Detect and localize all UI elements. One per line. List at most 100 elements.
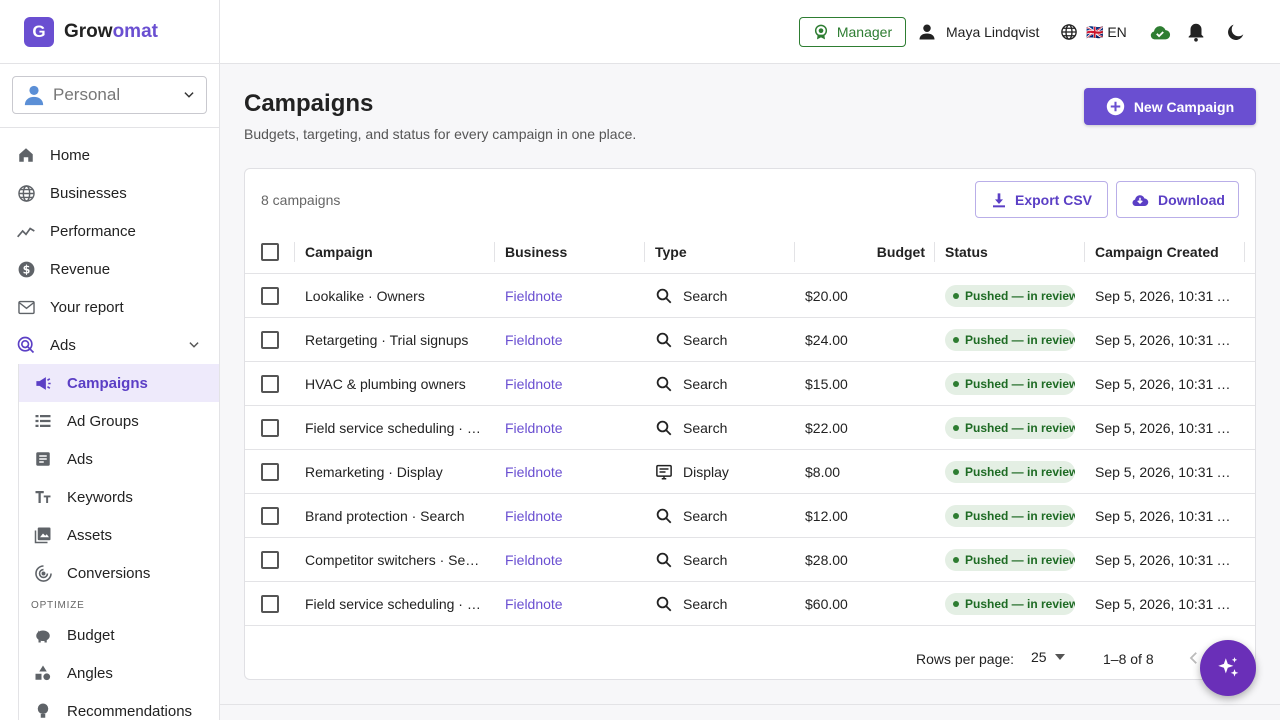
campaign-name[interactable]: Field service scheduling · Search	[295, 420, 495, 436]
campaign-type-label: Search	[683, 331, 728, 348]
column-header-business[interactable]: Business	[495, 230, 645, 274]
piggy-bank-icon	[33, 625, 53, 645]
campaign-name[interactable]: Retargeting · Trial signups	[295, 332, 495, 348]
row-checkbox[interactable]	[261, 418, 279, 437]
sidebar-item-your-report[interactable]: Your report	[0, 288, 219, 326]
table-row[interactable]: Field service scheduling · Search Fieldno…	[245, 406, 1255, 450]
download-button[interactable]: Download	[1116, 181, 1239, 218]
badge-icon	[814, 24, 827, 40]
business-link[interactable]: Fieldnote	[505, 376, 563, 392]
column-header-status[interactable]: Status	[935, 230, 1085, 274]
row-checkbox[interactable]	[261, 594, 279, 613]
sidebar-item-label: Businesses	[50, 184, 127, 202]
cloud-check-icon[interactable]	[1149, 21, 1171, 43]
sidebar-item-conversions[interactable]: Conversions	[19, 554, 219, 592]
chevron-down-icon	[184, 92, 194, 98]
table-row[interactable]: HVAC & plumbing owners Fieldnote Search $15…	[245, 362, 1255, 406]
status-dot	[953, 600, 959, 607]
campaign-type: Search	[645, 331, 795, 349]
column-header-type[interactable]: Type	[645, 230, 795, 274]
brand[interactable]: G Growomat	[0, 0, 219, 64]
table-row[interactable]: Field service scheduling · Search Fieldno…	[245, 582, 1255, 626]
manager-role-button[interactable]: Manager	[799, 17, 906, 47]
status-label: Pushed — in review	[965, 464, 1075, 479]
status-label: Pushed — in review	[965, 420, 1075, 435]
sidebar-item-recommendations[interactable]: Recommendations	[19, 692, 219, 720]
column-header-campaign[interactable]: Campaign	[295, 230, 495, 274]
user-menu[interactable]: Maya Lindqvist	[918, 21, 1039, 43]
select-all-checkbox[interactable]	[261, 242, 279, 261]
sidebar-item-assets[interactable]: Assets	[19, 516, 219, 554]
business-link[interactable]: Fieldnote	[505, 596, 563, 612]
campaign-name[interactable]: HVAC & plumbing owners	[295, 376, 495, 392]
language-select[interactable]: 🇬🇧 EN	[1060, 21, 1127, 43]
dollar-icon: $	[16, 259, 36, 279]
sidebar-item-performance[interactable]: Performance	[0, 212, 219, 250]
campaign-budget: $15.00	[805, 375, 848, 392]
row-checkbox[interactable]	[261, 462, 279, 481]
table-row[interactable]: Remarketing · Display Fieldnote Display $8.…	[245, 450, 1255, 494]
sidebar-item-home[interactable]: Home	[0, 136, 219, 174]
campaign-type: Search	[645, 419, 795, 437]
column-header-budget[interactable]: Budget	[795, 230, 935, 274]
sidebar-item-campaigns[interactable]: Campaigns	[19, 364, 219, 402]
text-icon	[33, 487, 53, 507]
campaign-name[interactable]: Brand protection · Search	[295, 508, 495, 524]
workspace-select[interactable]: Personal	[12, 76, 207, 114]
table-row[interactable]: Retargeting · Trial signups Fieldnote Sear…	[245, 318, 1255, 362]
sidebar-item-revenue[interactable]: $ Revenue	[0, 250, 219, 288]
status-label: Pushed — in review	[965, 552, 1075, 567]
status-dot	[953, 336, 959, 343]
campaign-budget: $28.00	[805, 551, 848, 568]
business-link[interactable]: Fieldnote	[505, 552, 563, 568]
business-link[interactable]: Fieldnote	[505, 332, 563, 348]
status-badge: Pushed — in review	[945, 504, 1075, 527]
dark-mode-icon[interactable]	[1225, 21, 1247, 43]
table-row[interactable]: Brand protection · Search Fieldnote Search…	[245, 494, 1255, 538]
status-dot	[953, 512, 959, 519]
business-link[interactable]: Fieldnote	[505, 464, 563, 480]
business-link[interactable]: Fieldnote	[505, 288, 563, 304]
lightbulb-icon	[33, 701, 53, 720]
sidebar-item-budget[interactable]: Budget	[19, 616, 219, 654]
caret-down-icon	[1054, 654, 1065, 660]
rows-per-page-select[interactable]: 25	[1031, 649, 1065, 665]
export-csv-button[interactable]: Export CSV	[975, 181, 1108, 218]
campaign-created: Sep 5, 2026, 10:31 AM	[1095, 331, 1238, 348]
table-row[interactable]: Lookalike · Owners Fieldnote Search $20.00 P…	[245, 274, 1255, 318]
status-badge: Pushed — in review	[945, 328, 1075, 351]
row-checkbox[interactable]	[261, 330, 279, 349]
sidebar-item-label: Conversions	[67, 564, 151, 582]
sidebar-item-ads-sub[interactable]: Ads	[19, 440, 219, 478]
campaign-name[interactable]: Lookalike · Owners	[295, 288, 495, 304]
business-link[interactable]: Fieldnote	[505, 420, 563, 436]
sidebar-item-label: Performance	[50, 222, 136, 240]
status-label: Pushed — in review	[965, 508, 1075, 523]
sidebar-item-ad-groups[interactable]: Ad Groups	[19, 402, 219, 440]
ai-assistant-button[interactable]	[1200, 640, 1256, 696]
row-checkbox[interactable]	[261, 506, 279, 525]
list-icon	[33, 411, 53, 431]
column-header-campaign-created[interactable]: Campaign Created	[1085, 230, 1245, 274]
table-row[interactable]: Competitor switchers · Search Fieldnote Se…	[245, 538, 1255, 582]
sidebar-item-businesses[interactable]: Businesses	[0, 174, 219, 212]
new-campaign-button[interactable]: New Campaign	[1084, 88, 1256, 125]
megaphone-icon	[33, 373, 53, 393]
row-checkbox[interactable]	[261, 550, 279, 569]
campaign-budget: $8.00	[805, 463, 841, 480]
sidebar-item-angles[interactable]: Angles	[19, 654, 219, 692]
sidebar-item-ads[interactable]: Ads	[0, 326, 219, 364]
business-link[interactable]: Fieldnote	[505, 508, 563, 524]
table-body: Lookalike · Owners Fieldnote Search $20.00 P…	[245, 274, 1255, 626]
bell-icon[interactable]	[1185, 21, 1207, 43]
row-checkbox[interactable]	[261, 286, 279, 305]
sidebar-item-label: Ad Groups	[67, 412, 139, 430]
new-campaign-label: New Campaign	[1133, 98, 1235, 115]
campaign-name[interactable]: Remarketing · Display	[295, 464, 495, 480]
campaign-name[interactable]: Competitor switchers · Search	[295, 552, 495, 568]
campaign-name[interactable]: Field service scheduling · Search	[295, 596, 495, 612]
row-checkbox[interactable]	[261, 374, 279, 393]
campaign-type: Display	[645, 463, 795, 481]
campaign-type-label: Search	[683, 551, 728, 568]
sidebar-item-keywords[interactable]: Keywords	[19, 478, 219, 516]
